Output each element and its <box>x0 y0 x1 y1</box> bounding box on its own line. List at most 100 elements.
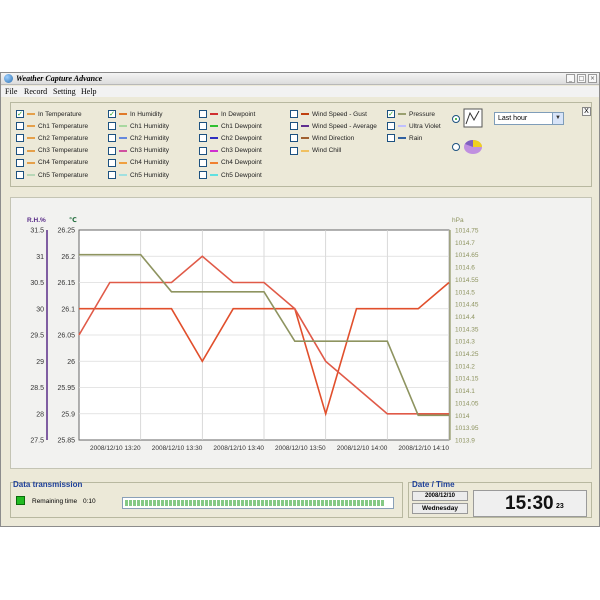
sensor-option[interactable]: Wind Chill <box>290 146 341 156</box>
checkbox[interactable] <box>290 146 298 155</box>
sensor-option-label: In Dewpoint <box>221 110 256 118</box>
checkbox[interactable] <box>108 146 116 155</box>
series-color-swatch <box>210 174 218 176</box>
series-color-swatch <box>210 137 218 140</box>
sensor-option[interactable]: Ch1 Dewpoint <box>199 121 262 131</box>
close-options-button[interactable]: X <box>582 107 591 116</box>
checkbox[interactable] <box>16 158 24 167</box>
checkbox[interactable] <box>16 146 24 155</box>
checkbox[interactable] <box>108 134 116 143</box>
sensor-option[interactable]: Ch3 Temperature <box>16 146 88 156</box>
checkbox[interactable] <box>290 122 298 131</box>
checkbox[interactable] <box>199 122 207 131</box>
checkbox[interactable] <box>290 134 298 143</box>
close-window-button[interactable]: × <box>588 74 597 83</box>
checkbox[interactable] <box>387 134 395 143</box>
sensor-option[interactable]: Ch5 Humidity <box>108 170 169 180</box>
sensor-option[interactable]: Ch1 Temperature <box>16 121 88 131</box>
checkbox[interactable] <box>290 110 298 118</box>
clock-seconds: 23 <box>556 503 564 510</box>
series-color-swatch <box>27 113 35 115</box>
checkbox[interactable] <box>199 171 207 179</box>
series-color-swatch <box>301 125 309 128</box>
sensor-option[interactable]: Ch2 Humidity <box>108 133 169 143</box>
sensor-option-label: Pressure <box>409 110 436 118</box>
temperature-tick-label: 25.95 <box>57 385 75 392</box>
chevron-down-icon: ▼ <box>552 113 563 124</box>
weather-line-chart: 31.5 31 30.5 30 29.5 29 28.5 28 27.5 R.H.% 26.25 26… <box>27 216 479 452</box>
sensor-option[interactable]: Wind Speed - Gust <box>290 109 367 119</box>
pie-chart-radio[interactable] <box>452 143 460 151</box>
window-title: Weather Capture Advance <box>16 74 103 83</box>
sensor-option[interactable]: ✓ In Humidity <box>108 109 163 119</box>
sensor-option[interactable]: Ultra Violet <box>387 121 441 131</box>
checkbox[interactable] <box>16 122 24 131</box>
x-tick-label: 2008/12/10 14:10 <box>398 445 449 452</box>
series-color-swatch <box>210 125 218 128</box>
sensor-option[interactable]: Ch4 Humidity <box>108 158 169 168</box>
transmission-progress-bar <box>122 497 394 509</box>
checkbox[interactable] <box>108 158 116 167</box>
sensor-option-label: Ch1 Dewpoint <box>221 122 262 130</box>
pressure-tick-label: 1013.95 <box>455 425 479 432</box>
series-color-swatch <box>398 113 406 115</box>
sensor-option[interactable]: Wind Direction <box>290 133 354 143</box>
sensor-option-label: Ch5 Humidity <box>130 171 170 179</box>
checkbox[interactable] <box>199 158 207 167</box>
checkbox-checked[interactable]: ✓ <box>387 110 395 118</box>
sensor-option-label: Ch4 Dewpoint <box>221 159 262 167</box>
humidity-tick-label: 28.5 <box>30 385 44 392</box>
checkbox[interactable] <box>108 122 116 131</box>
humidity-tick-label: 31 <box>36 254 44 261</box>
sensor-option[interactable]: ✓ In Temperature <box>16 109 82 119</box>
line-chart-radio[interactable] <box>452 115 460 123</box>
sensor-option[interactable]: Ch5 Dewpoint <box>199 170 262 180</box>
checkbox[interactable] <box>387 122 395 131</box>
humidity-tick-label: 28 <box>36 411 44 418</box>
pressure-tick-label: 1014.4 <box>455 314 475 321</box>
line-chart-icon <box>463 108 483 128</box>
period-select[interactable]: Last hour ▼ <box>494 112 564 125</box>
sensor-option[interactable]: Rain <box>387 133 422 143</box>
sensor-option[interactable]: Ch5 Temperature <box>16 170 88 180</box>
checkbox[interactable] <box>16 134 24 143</box>
sensor-option[interactable]: Ch2 Temperature <box>16 133 88 143</box>
menu-record[interactable]: Record <box>24 87 47 96</box>
series-color-swatch <box>210 149 218 152</box>
chart-panel: 31.5 31 30.5 30 29.5 29 28.5 28 27.5 R.H.% 26.25 26… <box>10 197 592 469</box>
sensor-option-label: Ch4 Temperature <box>38 159 89 167</box>
temperature-tick-label: 26.15 <box>57 280 75 287</box>
menu-file[interactable]: File <box>5 87 17 96</box>
minimize-button[interactable]: _ <box>566 74 575 83</box>
maximize-button[interactable]: □ <box>577 74 586 83</box>
sensor-option[interactable]: ✓ Pressure <box>387 109 435 119</box>
pressure-tick-label: 1014.7 <box>455 240 475 247</box>
sensor-option[interactable]: Ch1 Humidity <box>108 121 169 131</box>
humidity-axis-label: R.H.% <box>27 217 46 224</box>
checkbox[interactable] <box>199 146 207 155</box>
checkbox[interactable] <box>16 171 24 179</box>
humidity-tick-label: 29 <box>36 359 44 366</box>
checkbox[interactable] <box>199 110 207 118</box>
menu-help[interactable]: Help <box>81 87 97 96</box>
sensor-option-label: Ch5 Dewpoint <box>221 171 262 179</box>
series-color-swatch <box>301 149 309 152</box>
x-tick-label: 2008/12/10 13:50 <box>275 445 326 452</box>
sensor-option[interactable]: Ch4 Temperature <box>16 158 88 168</box>
checkbox-checked[interactable]: ✓ <box>16 110 24 118</box>
checkbox[interactable] <box>199 134 207 143</box>
remaining-time-value: 0:10 <box>82 498 96 505</box>
sensor-option[interactable]: Ch2 Dewpoint <box>199 133 262 143</box>
sensor-option[interactable]: Ch3 Dewpoint <box>199 146 262 156</box>
transmission-title: Data transmission <box>13 480 83 489</box>
menu-setting[interactable]: Setting <box>53 87 76 96</box>
sensor-option[interactable]: Ch3 Humidity <box>108 146 169 156</box>
sensor-option[interactable]: Ch4 Dewpoint <box>199 158 262 168</box>
weekday-display: Wednesday <box>412 503 468 514</box>
checkbox-checked[interactable]: ✓ <box>108 110 116 118</box>
sensor-option[interactable]: Wind Speed - Average <box>290 121 377 131</box>
pressure-axis-label: hPa <box>452 217 464 224</box>
checkbox[interactable] <box>108 171 116 179</box>
sensor-option-label: Ch2 Humidity <box>130 134 170 142</box>
sensor-option[interactable]: In Dewpoint <box>199 109 255 119</box>
